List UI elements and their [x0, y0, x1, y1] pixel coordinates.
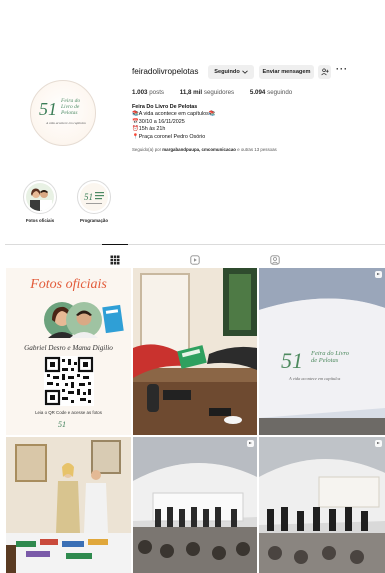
bio-line: ⏰15h às 21h — [132, 126, 166, 133]
reel-icon — [375, 440, 382, 447]
banner-title: Feira do Livro de Pelotas — [311, 350, 350, 364]
qr-code-icon — [44, 356, 94, 406]
followed-by-prefix: Seguido(a) por — [132, 147, 162, 152]
following-label: seguindo — [267, 89, 293, 96]
svg-text:51: 51 — [84, 192, 93, 202]
post-cta: Leia o QR Code e acesse as fotos — [35, 410, 102, 415]
photo-image-icon — [259, 437, 385, 573]
reel-icon — [247, 440, 254, 447]
posts-count: 1.003 — [132, 89, 148, 96]
profile-stats: 1.003 posts 11,8 mil seguidores 5.094 se… — [132, 89, 306, 96]
tab-tagged[interactable] — [270, 252, 280, 265]
feira-logo-icon: 51 — [84, 192, 104, 204]
followed-by[interactable]: Seguido(a) por margabandpuupa, cmcomunic… — [132, 147, 277, 152]
following-count: 5.094 — [249, 89, 266, 96]
post-photo-stage[interactable] — [133, 437, 257, 573]
photo-image-icon — [133, 268, 257, 435]
photo-image-icon — [133, 437, 257, 573]
post-fotos-oficiais[interactable]: Fotos oficiais Gabriel Desro e Mama Digi… — [6, 268, 131, 435]
highlight-thumbnail: 51 — [80, 183, 108, 211]
bio-line: 📍Praça coronel Pedro Osório — [132, 133, 206, 140]
qr-code — [44, 356, 94, 406]
highlight-circle — [23, 180, 57, 214]
following-button-label: Seguindo — [214, 69, 240, 75]
post-photo-banner[interactable]: 51 Feira do Livro de Pelotas A vida acon… — [259, 268, 385, 435]
highlight-circle: 51 — [77, 180, 111, 214]
followers-count: 11,8 mil — [179, 89, 203, 96]
suggested-accounts-button[interactable] — [318, 65, 331, 79]
avatar-logo-tagline: A vida acontece em capítulos — [46, 121, 86, 125]
post-title: Fotos oficiais — [30, 277, 107, 292]
followed-by-names: margabandpuupa, cmcomunicacao — [162, 147, 236, 152]
reels-icon — [190, 255, 200, 265]
reel-icon — [375, 271, 382, 278]
highlight-fotos-oficiais[interactable]: Fotos oficiais — [20, 180, 60, 223]
chevron-down-icon — [241, 70, 248, 74]
profile-bio: Feira Do Livro De Pelotas 📚A vida aconte… — [132, 104, 216, 141]
people-photo-icon — [44, 302, 124, 338]
post-names: Gabriel Desro e Mama Digilio — [24, 344, 113, 352]
grid-icon — [110, 255, 120, 265]
post-photo-visitors[interactable] — [6, 437, 131, 573]
avatar-logo-title: Feira do Livro de Pelotas — [61, 98, 81, 116]
photo-image-icon — [6, 437, 131, 573]
send-message-button[interactable]: Enviar mensagem — [259, 65, 314, 79]
followers-label: seguidores — [203, 89, 235, 96]
tagged-person-icon — [270, 255, 280, 265]
post-grid: Fotos oficiais Gabriel Desro e Mama Digi… — [6, 268, 385, 573]
following-button[interactable]: Seguindo — [208, 65, 254, 79]
people-photo-icon — [30, 188, 52, 211]
profile-username: feiradolivropelotas — [132, 67, 199, 76]
add-person-icon — [320, 68, 329, 76]
highlight-label: Fotos oficiais — [25, 218, 55, 223]
tab-posts[interactable] — [110, 252, 120, 265]
followers-stat[interactable]: 11,8 mil seguidores — [180, 89, 234, 96]
post-photo-book-handover[interactable] — [133, 268, 257, 435]
highlight-label: Programação — [79, 218, 109, 223]
tab-reels[interactable] — [190, 252, 200, 265]
post-logo-number: 51 — [58, 420, 66, 429]
avatar-logo-number: 51 — [39, 99, 57, 119]
more-options-button[interactable]: ··· — [336, 64, 348, 74]
tabs-divider — [5, 244, 385, 245]
highlight-thumbnail — [26, 183, 54, 211]
profile-avatar[interactable]: 51 Feira do Livro de Pelotas A vida acon… — [30, 80, 96, 146]
posts-stat: 1.003 posts — [132, 89, 164, 96]
banner-number: 51 — [281, 348, 303, 373]
send-message-button-label: Enviar mensagem — [262, 69, 311, 75]
followed-by-suffix: e outras 13 pessoas — [237, 147, 277, 152]
bio-line: 📚A vida acontece em capítulos📚 — [132, 111, 216, 118]
posts-label: posts — [149, 89, 165, 96]
following-stat[interactable]: 5.094 seguindo — [250, 89, 292, 96]
post-photo-orchestra[interactable] — [259, 437, 385, 573]
active-tab-indicator — [102, 244, 128, 245]
highlight-programacao[interactable]: 51 Programação — [74, 180, 114, 223]
banner-tagline: A vida acontece em capítulos — [289, 376, 341, 381]
